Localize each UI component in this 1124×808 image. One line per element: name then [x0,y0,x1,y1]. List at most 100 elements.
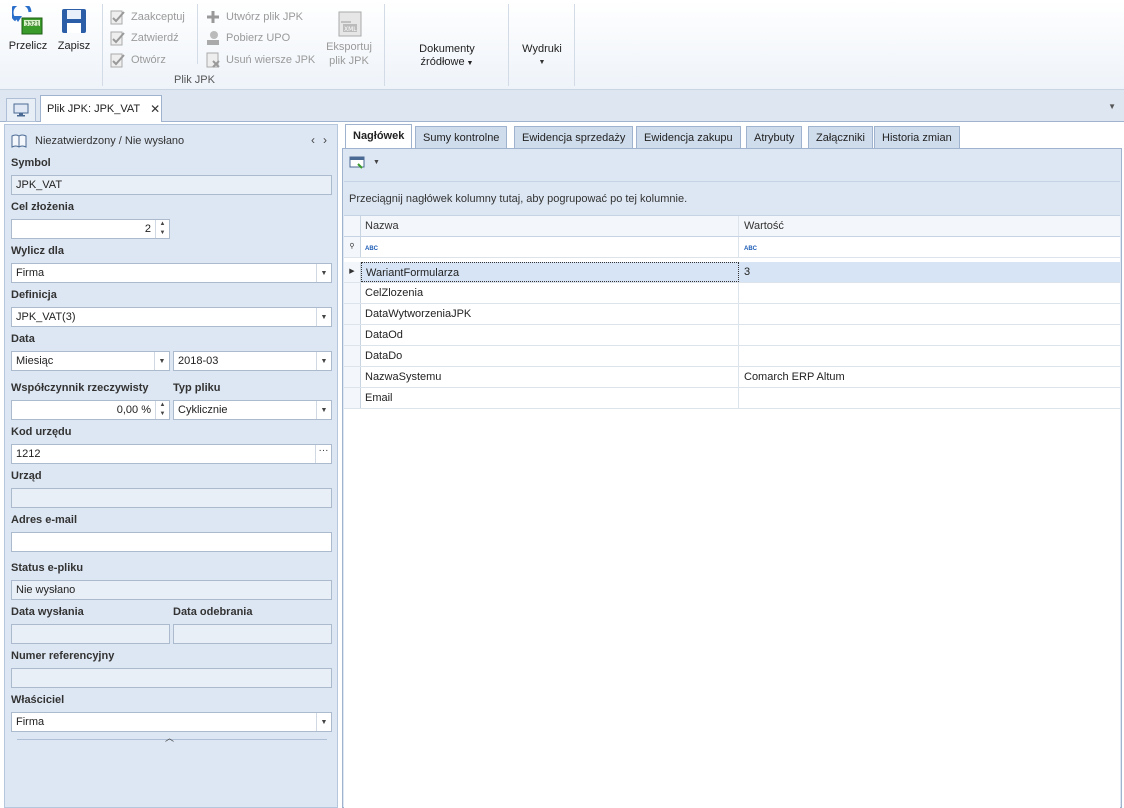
prev-next-nav-icons[interactable]: ‹› [311,133,335,147]
cell-wartosc[interactable]: Comarch ERP Altum [739,367,1120,387]
cell-nazwa[interactable]: WariantFormularza [361,262,739,282]
tab-zalaczniki[interactable]: Załączniki [808,126,873,148]
eksportuj-label-2: plik JPK [329,55,369,67]
zapisz-button[interactable]: Zapisz [56,6,92,52]
tab-ewidencja-sprzedazy[interactable]: Ewidencja sprzedaży [514,126,634,148]
cel-value: 2 [144,223,151,235]
usun-wiersze-label: Usuń wiersze JPK [226,54,316,66]
utworz-plik-button[interactable]: Utwórz plik JPK [205,8,303,26]
close-icon[interactable]: ✕ [150,102,160,116]
grid-layout-icon[interactable] [349,155,367,169]
wspolczynnik-stepper[interactable]: 0,00 % ▲ ▼ [11,400,170,420]
chevron-up-icon[interactable]: ︿ [165,731,174,744]
monitor-icon [13,103,29,117]
przelicz-label: Przelicz [8,40,48,52]
status-header: Niezatwierdzony / Nie wysłano ‹› [11,133,335,149]
kod-urzedu-field[interactable]: 1212 ··· [11,444,332,464]
przelicz-button[interactable]: 3321 Przelicz [8,6,48,52]
cell-nazwa[interactable]: Email [361,388,739,408]
tab-sumy-kontrolne[interactable]: Sumy kontrolne [415,126,508,148]
filter-nazwa[interactable]: ABC [361,237,739,257]
kod-urzedu-value: 1212 [16,448,41,460]
usun-wiersze-button[interactable]: Usuń wiersze JPK [205,51,315,69]
tab-plik-jpk[interactable]: Plik JPK: JPK_VAT ✕ [40,95,162,122]
data-okres-select[interactable]: 2018-03 ▼ [173,351,332,371]
wylicz-label: Wylicz dla [11,245,64,257]
data-odebrania-field[interactable] [173,624,332,644]
download-icon [207,31,219,45]
tab-naglowek[interactable]: Nagłówek [345,124,413,148]
dokumenty-zrodlowe-dropdown[interactable]: Dokumenty źródłowe ▼ [412,43,482,70]
cell-nazwa[interactable]: DataDo [361,346,739,366]
cell-wartosc[interactable] [739,346,1120,366]
confirm-icon [110,31,125,46]
table-row[interactable]: ▶ WariantFormularza 3 [344,262,1120,283]
cell-nazwa[interactable]: DataOd [361,325,739,345]
numer-referencyjny-field[interactable] [11,668,332,688]
definicja-value: JPK_VAT(3) [16,311,76,323]
data-typ-select[interactable]: Miesiąc ▼ [11,351,170,371]
spin-icon[interactable]: ▲ ▼ [155,220,169,238]
cell-wartosc[interactable] [739,283,1120,303]
table-row[interactable]: CelZlozenia [344,283,1120,304]
chevron-down-icon[interactable]: ▼ [316,352,331,370]
spin-icon[interactable]: ▲ ▼ [155,401,169,419]
table-row[interactable]: DataDo [344,346,1120,367]
wlasciciel-select[interactable]: Firma ▼ [11,712,332,732]
export-xml-icon: XML [338,11,362,37]
chevron-down-icon[interactable]: ▼ [316,264,331,282]
data-label: Data [11,333,35,345]
status-epliku-field[interactable]: Nie wysłano [11,580,332,600]
table-row[interactable]: NazwaSystemu Comarch ERP Altum [344,367,1120,388]
ribbon-separator [197,4,198,64]
symbol-field[interactable]: JPK_VAT [11,175,332,195]
zatwierdz-button[interactable]: Zatwierdź [110,29,179,47]
tab-list-dropdown-icon[interactable]: ▼ [1108,102,1116,111]
details-panel: Niezatwierdzony / Nie wysłano ‹› Symbol … [4,124,338,808]
table-row[interactable]: DataOd [344,325,1120,346]
plik-jpk-group-label: Plik JPK [174,74,215,86]
chevron-down-icon: ▼ [538,59,546,66]
cel-stepper[interactable]: 2 ▲ ▼ [11,219,170,239]
chevron-down-icon[interactable]: ▼ [373,159,380,166]
status-text: Niezatwierdzony / Nie wysłano [35,135,185,147]
filter-wartosc[interactable]: ABC [739,237,1120,257]
column-header-wartosc[interactable]: Wartość [739,216,1120,236]
group-panel-hint[interactable]: Przeciągnij nagłówek kolumny tutaj, aby … [344,182,1120,216]
cell-nazwa[interactable]: NazwaSystemu [361,367,739,387]
eksportuj-button[interactable]: XML Eksportuj plik JPK [320,10,378,68]
svg-text:XML: XML [344,26,357,33]
data-wyslania-field[interactable] [11,624,170,644]
status-epliku-label: Status e-pliku [11,562,84,574]
cell-wartosc[interactable] [739,304,1120,324]
ellipsis-icon[interactable]: ··· [315,445,331,463]
cell-nazwa[interactable]: DataWytworzeniaJPK [361,304,739,324]
cell-nazwa[interactable]: CelZlozenia [361,283,739,303]
tab-ewidencja-zakupu[interactable]: Ewidencja zakupu [636,126,741,148]
table-row[interactable]: DataWytworzeniaJPK [344,304,1120,325]
chevron-down-icon[interactable]: ▼ [316,308,331,326]
home-tab[interactable] [6,98,36,122]
typ-pliku-select[interactable]: Cyklicznie ▼ [173,400,332,420]
definicja-select[interactable]: JPK_VAT(3) ▼ [11,307,332,327]
tab-historia-zmian[interactable]: Historia zmian [874,126,960,148]
otworz-button[interactable]: Otwórz [110,51,166,69]
delete-rows-icon [206,52,220,68]
pobierz-upo-button[interactable]: Pobierz UPO [205,29,290,47]
email-field[interactable] [11,532,332,552]
urzad-field[interactable] [11,488,332,508]
chevron-down-icon[interactable]: ▼ [316,713,331,731]
wydruki-dropdown[interactable]: Wydruki ▼ [516,43,568,69]
table-row[interactable]: Email [344,388,1120,409]
chevron-down-icon[interactable]: ▼ [154,352,169,370]
cell-wartosc[interactable] [739,388,1120,408]
wylicz-select[interactable]: Firma ▼ [11,263,332,283]
wspolczynnik-value: 0,00 % [116,404,151,416]
cell-wartosc[interactable]: 3 [739,262,1120,282]
tab-atrybuty[interactable]: Atrybuty [746,126,803,148]
email-label: Adres e-mail [11,514,78,526]
chevron-down-icon[interactable]: ▼ [316,401,331,419]
column-header-nazwa[interactable]: Nazwa [361,216,739,236]
zaakceptuj-button[interactable]: Zaakceptuj [110,8,185,26]
cell-wartosc[interactable] [739,325,1120,345]
